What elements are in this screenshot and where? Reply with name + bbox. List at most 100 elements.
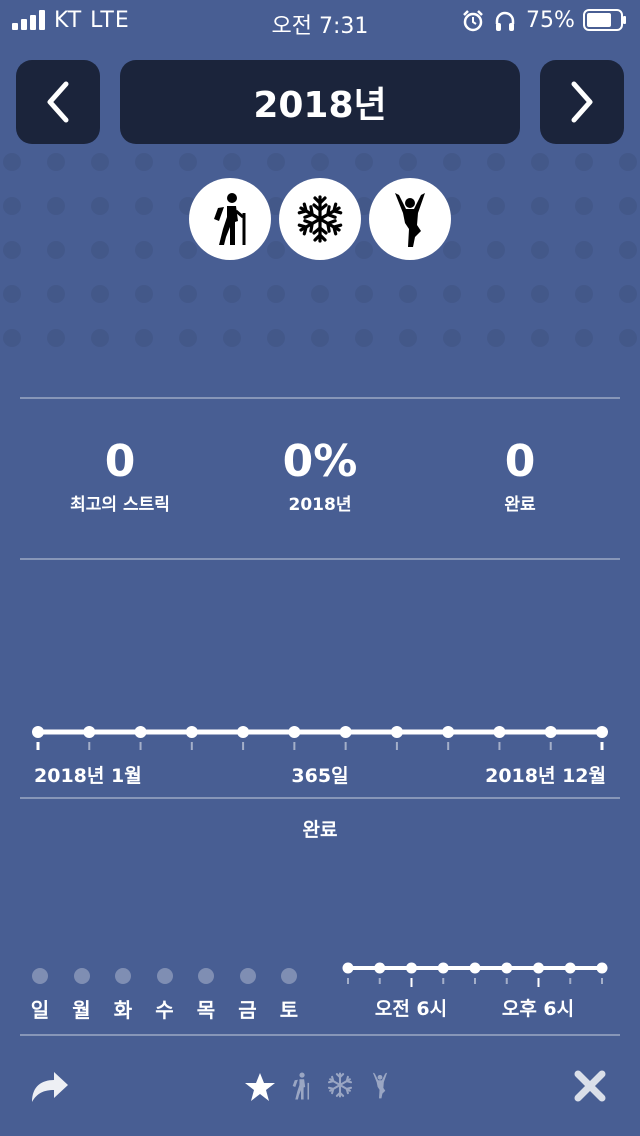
timeline-month-point[interactable]	[544, 726, 557, 738]
chevron-left-icon	[47, 81, 69, 123]
pattern-mark	[399, 153, 417, 171]
filter-hiking-button[interactable]	[288, 1070, 314, 1102]
pattern-mark	[267, 241, 285, 259]
prev-year-button[interactable]	[16, 60, 100, 144]
stat-value: 0	[104, 436, 136, 487]
timeline-month-point[interactable]	[185, 726, 198, 738]
pattern-mark	[443, 329, 461, 347]
yoga-icon	[372, 1072, 388, 1099]
pattern-mark	[3, 329, 21, 347]
timeline-month-point[interactable]	[237, 726, 250, 738]
timeline-month-point[interactable]	[288, 726, 301, 738]
day-timeline-point[interactable]	[342, 962, 354, 974]
pattern-mark	[91, 153, 109, 171]
pattern-mark	[3, 241, 21, 259]
filter-snowflake-button[interactable]	[327, 1072, 353, 1100]
pattern-mark	[575, 197, 593, 215]
pattern-mark	[91, 241, 109, 259]
timeline-month-point[interactable]	[134, 726, 147, 738]
stat-completed: 0 완료	[420, 436, 620, 515]
pattern-mark	[3, 197, 21, 215]
timeline-month-point[interactable]	[442, 726, 455, 738]
day-timeline-point[interactable]	[374, 962, 386, 974]
stat-value: 0%	[282, 436, 358, 487]
star-icon	[245, 1073, 275, 1101]
timeline-month-point[interactable]	[339, 726, 352, 738]
snowflake-icon	[296, 195, 344, 243]
pattern-mark	[179, 285, 197, 303]
pattern-mark	[355, 329, 373, 347]
battery-percent: 75%	[526, 8, 575, 33]
weekday-label[interactable]: 화	[103, 994, 143, 1023]
pattern-mark	[3, 153, 21, 171]
alarm-icon	[463, 10, 483, 32]
pattern-mark	[575, 329, 593, 347]
day-timeline-point[interactable]	[469, 962, 481, 974]
weekday-label[interactable]: 일	[20, 994, 60, 1023]
headphones-icon	[495, 11, 515, 31]
day-timeline-point[interactable]	[501, 962, 513, 974]
timeline-month-point[interactable]	[596, 726, 608, 738]
weekday-label[interactable]: 토	[269, 994, 309, 1023]
close-button[interactable]	[572, 1068, 608, 1104]
pattern-mark	[531, 197, 549, 215]
pattern-mark	[575, 285, 593, 303]
hiking-icon	[214, 193, 246, 245]
habit-hiking-button[interactable]	[189, 178, 271, 260]
close-icon	[574, 1070, 606, 1102]
pattern-mark	[399, 285, 417, 303]
weekday-dot[interactable]	[156, 968, 173, 984]
share-button[interactable]	[28, 1066, 72, 1106]
pattern-mark	[355, 285, 373, 303]
timeline-month-point[interactable]	[83, 726, 96, 738]
chevron-right-icon	[571, 81, 593, 123]
pattern-mark	[575, 241, 593, 259]
pattern-mark	[619, 285, 637, 303]
habit-snowflake-button[interactable]	[279, 178, 361, 260]
stat-value: 0	[504, 436, 536, 487]
filter-yoga-button[interactable]	[369, 1070, 391, 1102]
day-timeline-point[interactable]	[533, 962, 544, 974]
pattern-mark	[531, 329, 549, 347]
habit-yoga-button[interactable]	[369, 178, 451, 260]
pattern-mark	[91, 329, 109, 347]
day-timeline-point[interactable]	[596, 962, 608, 974]
divider	[20, 397, 620, 399]
pattern-mark	[47, 153, 65, 171]
pattern-mark	[91, 285, 109, 303]
pattern-mark	[443, 285, 461, 303]
weekday-dot[interactable]	[73, 968, 90, 984]
pattern-mark	[179, 153, 197, 171]
pattern-mark	[267, 285, 285, 303]
share-icon	[32, 1072, 68, 1102]
weekday-label[interactable]: 수	[145, 994, 185, 1023]
weekday-dot[interactable]	[32, 968, 48, 984]
day-timeline-point[interactable]	[406, 962, 417, 974]
timeline-month-point[interactable]	[390, 726, 403, 738]
year-timeline	[32, 726, 608, 750]
weekday-dot[interactable]	[281, 968, 297, 984]
pattern-mark	[135, 285, 153, 303]
status-bar: KT LTE 오전 7:31 75%	[0, 0, 640, 40]
pattern-mark	[487, 197, 505, 215]
timeline-month-point[interactable]	[493, 726, 506, 738]
pattern-mark	[135, 197, 153, 215]
weekday-label[interactable]: 월	[62, 994, 102, 1023]
pattern-mark	[179, 241, 197, 259]
day-timeline-point[interactable]	[437, 962, 449, 974]
filter-star-button[interactable]	[244, 1071, 276, 1103]
yoga-icon	[395, 193, 425, 247]
weekday-dot[interactable]	[239, 968, 256, 984]
pattern-mark	[443, 241, 461, 259]
battery-icon	[583, 9, 626, 31]
next-year-button[interactable]	[540, 60, 624, 144]
weekday-label[interactable]: 목	[186, 994, 226, 1023]
timeline-month-point[interactable]	[32, 726, 44, 738]
pattern-mark	[267, 153, 285, 171]
weekday-label[interactable]: 금	[228, 994, 268, 1023]
weekday-dot[interactable]	[115, 968, 131, 984]
day-timeline-label-am: 오전 6시	[374, 998, 448, 1020]
day-timeline-point[interactable]	[564, 962, 576, 974]
weekday-dot[interactable]	[198, 968, 214, 984]
timeline-start-label: 2018년 1월	[34, 765, 142, 787]
